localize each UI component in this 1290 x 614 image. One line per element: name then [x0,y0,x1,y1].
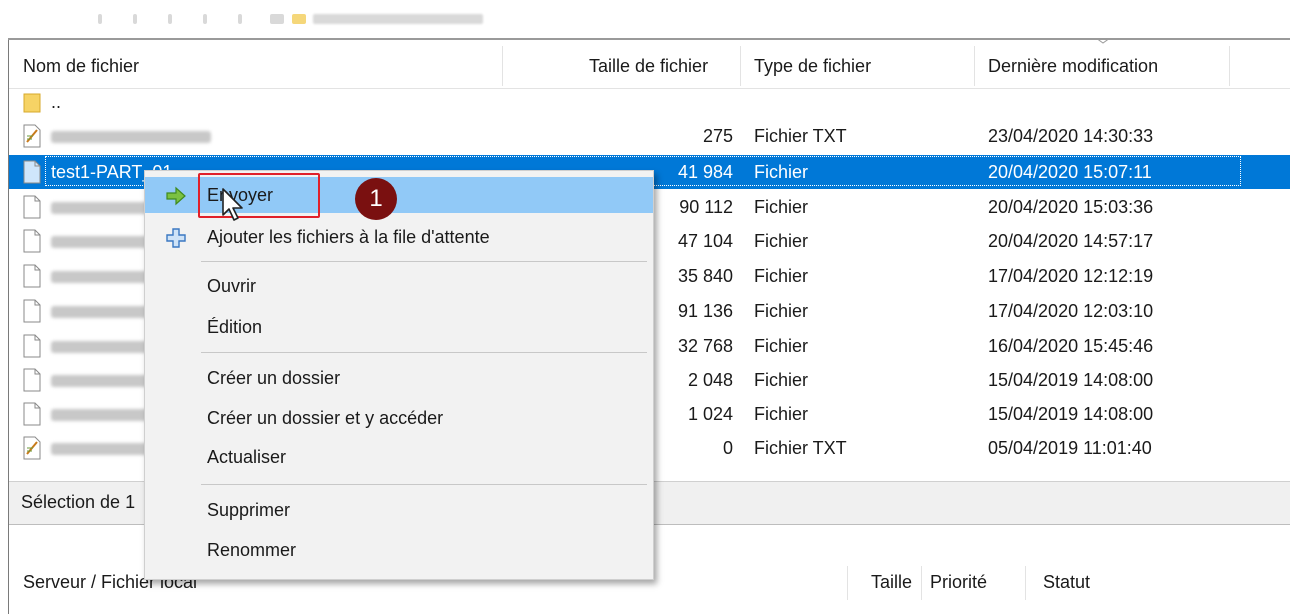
folder-icon [23,93,41,113]
file-list-header: Nom de fichier Taille de fichier Type de… [9,44,1290,89]
file-modified-date: 15/04/2019 14:08:00 [988,370,1154,390]
menu-item-label: Ouvrir [207,276,256,296]
column-header-size[interactable]: Taille de fichier [589,44,708,88]
path-segment [238,14,242,24]
path-bar[interactable] [8,0,1290,40]
file-icon [23,334,41,358]
file-modified-date: 23/04/2020 14:30:33 [988,126,1154,146]
menu-item-label: Ajouter les fichiers à la file d'attente [207,227,490,247]
column-divider[interactable] [974,46,975,86]
text-file-icon [23,124,41,148]
context-menu: Envoyer Ajouter les fichiers à la file d… [144,170,654,580]
column-divider[interactable] [1229,46,1230,86]
column-divider[interactable] [921,566,922,600]
path-segment [98,14,102,24]
column-divider[interactable] [847,566,848,600]
file-icon [23,402,41,426]
redacted-file-name [51,131,211,144]
menu-item-add-to-queue[interactable]: Ajouter les fichiers à la file d'attente [145,219,653,255]
file-type: Fichier [754,370,809,390]
menu-item-create-folder-enter[interactable]: Créer un dossier et y accéder [145,400,653,436]
menu-item-edit[interactable]: Édition [145,309,653,345]
file-type: Fichier [754,197,809,217]
file-icon [23,195,41,219]
status-text: Sélection de 1 [21,492,136,512]
file-type: Fichier TXT [754,438,847,458]
queue-column-status[interactable]: Statut [1043,560,1090,604]
menu-item-label: Renommer [207,540,297,560]
column-divider[interactable] [740,46,741,86]
file-type: Fichier [754,301,809,321]
file-icon [23,299,41,323]
menu-separator [201,484,647,485]
menu-item-label: Supprimer [207,500,291,520]
menu-item-delete[interactable]: Supprimer [145,492,653,528]
menu-separator [201,261,647,262]
step-badge: 1 [355,178,397,220]
file-icon [23,368,41,392]
file-size: 91 136 [677,301,733,321]
menu-item-rename[interactable]: Renommer [145,532,653,568]
file-type: Fichier [754,336,809,356]
file-modified-date: 17/04/2020 12:12:19 [988,266,1154,286]
upload-arrow-icon [166,186,186,206]
file-type: Fichier [754,266,809,286]
file-name: .. [51,92,62,112]
menu-item-label: Actualiser [207,447,287,467]
file-name-redacted [51,119,211,153]
file-modified-date: 16/04/2020 15:45:46 [988,336,1154,356]
path-segment [203,14,207,24]
file-icon [23,264,41,288]
file-size: 41 984 [677,162,733,182]
add-queue-icon [166,228,186,248]
table-row[interactable]: .. [9,85,1290,119]
column-divider[interactable] [1025,566,1026,600]
column-header-modified[interactable]: Dernière modification [988,44,1158,88]
file-icon [23,229,41,253]
folder-icon [292,14,306,24]
column-divider[interactable] [502,46,503,86]
file-type: Fichier TXT [754,126,847,146]
file-size: 47 104 [677,231,733,251]
queue-column-size[interactable]: Taille [871,560,912,604]
file-modified-date: 20/04/2020 15:07:11 [988,162,1152,182]
column-header-type[interactable]: Type de fichier [754,44,871,88]
file-size: 90 112 [679,197,733,217]
column-header-name[interactable]: Nom de fichier [23,44,139,88]
path-segment [168,14,172,24]
file-size: 35 840 [677,266,733,286]
text-file-icon [23,436,41,460]
file-modified-date: 17/04/2020 12:03:10 [988,301,1154,321]
file-size: 2 048 [687,370,733,390]
menu-item-label: Créer un dossier [207,368,341,388]
file-icon [23,160,41,184]
file-type: Fichier [754,231,809,251]
path-text [313,14,483,24]
menu-item-label: Édition [207,317,263,337]
file-modified-date: 15/04/2019 14:08:00 [988,404,1154,424]
file-type: Fichier [754,404,809,424]
mouse-cursor-icon [222,188,243,221]
file-size: 275 [702,126,733,146]
queue-column-priority[interactable]: Priorité [930,560,987,604]
menu-separator [201,352,647,353]
menu-item-label: Créer un dossier et y accéder [207,408,444,428]
path-segment [270,14,284,24]
table-row[interactable]: 275 Fichier TXT 23/04/2020 14:30:33 [9,119,1290,153]
file-size: 1 024 [687,404,733,424]
menu-item-refresh[interactable]: Actualiser [145,439,653,475]
file-modified-date: 05/04/2019 11:01:40 [988,438,1152,458]
sort-indicator-icon [1096,38,1110,44]
file-modified-date: 20/04/2020 15:03:36 [988,197,1154,217]
menu-item-open[interactable]: Ouvrir [145,268,653,304]
file-size: 0 [722,438,733,458]
file-modified-date: 20/04/2020 14:57:17 [988,231,1154,251]
path-segment [133,14,137,24]
annotation-highlight-box [198,173,320,218]
file-size: 32 768 [677,336,733,356]
menu-item-create-folder[interactable]: Créer un dossier [145,360,653,396]
file-type: Fichier [754,162,809,182]
